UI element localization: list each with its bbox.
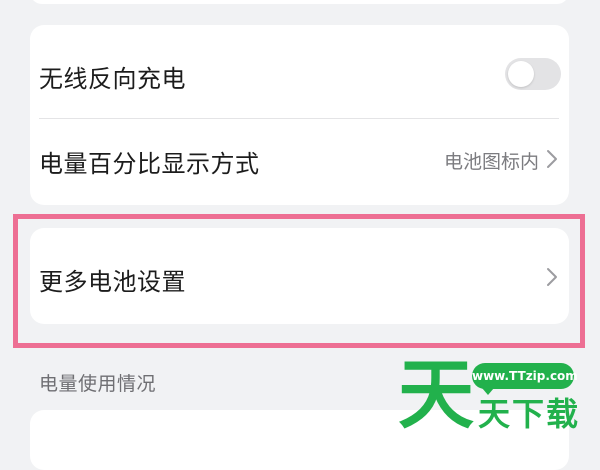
battery-percentage-display-row[interactable]: 电量百分比显示方式 电池图标内 [30, 119, 569, 205]
more-battery-settings-label: 更多电池设置 [39, 268, 186, 296]
watermark-logo-char: 天 [398, 350, 474, 439]
wireless-reverse-charging-row[interactable]: 无线反向充电 [30, 25, 569, 119]
wireless-reverse-charging-toggle[interactable] [505, 58, 561, 90]
more-battery-settings-row[interactable]: 更多电池设置 [30, 228, 569, 324]
battery-settings-card: 无线反向充电 电量百分比显示方式 电池图标内 [30, 25, 569, 205]
battery-usage-section-header: 电量使用情况 [39, 373, 157, 395]
chevron-right-icon [547, 150, 557, 168]
battery-percentage-display-label: 电量百分比显示方式 [39, 150, 260, 178]
toggle-knob [508, 61, 534, 87]
settings-card-top-partial [30, 0, 569, 4]
more-battery-settings-card: 更多电池设置 [30, 228, 569, 324]
watermark-url-badge: www.TTzip.com [472, 363, 578, 395]
battery-percentage-display-value: 电池图标内 [443, 151, 539, 173]
wireless-reverse-charging-label: 无线反向充电 [39, 65, 186, 93]
chevron-right-icon [547, 268, 557, 286]
watermark-logo-text: 天下载 [478, 395, 581, 433]
